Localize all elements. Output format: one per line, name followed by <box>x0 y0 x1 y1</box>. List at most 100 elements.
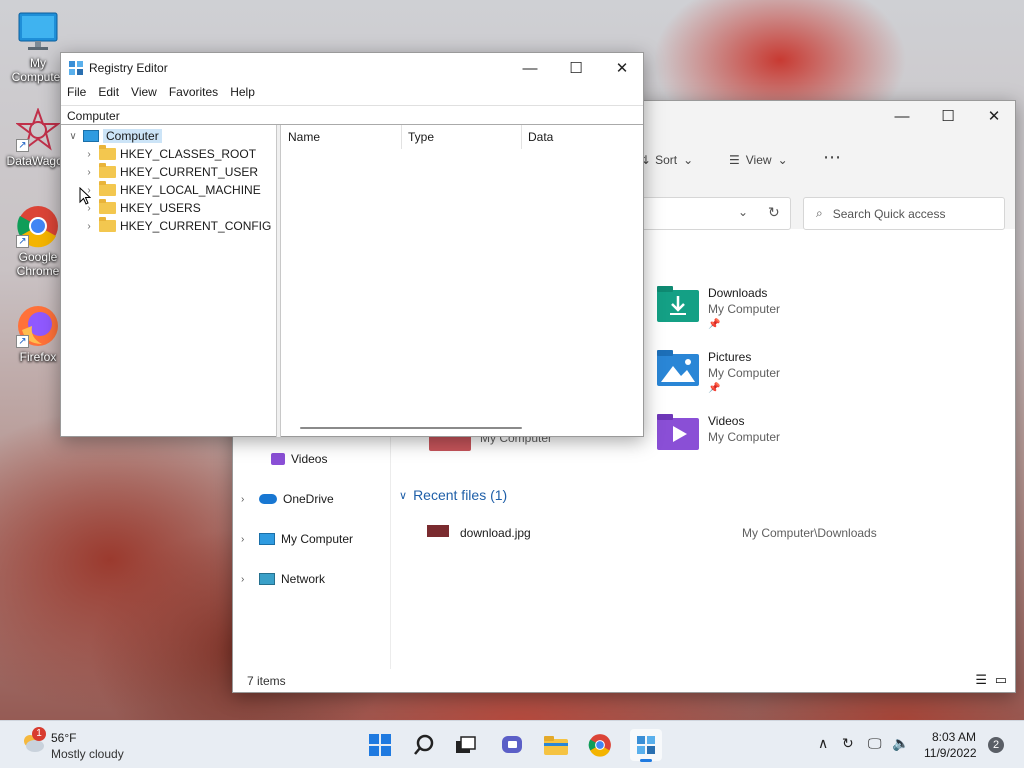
registry-values-list[interactable]: Name Type Data <box>282 125 644 437</box>
address-bar[interactable]: ⌄ ↻ <box>641 197 791 230</box>
tree-node-label: Computer <box>103 129 162 143</box>
chat-button[interactable] <box>496 729 528 761</box>
quick-access-pictures[interactable]: Pictures My Computer 📌 <box>657 350 857 400</box>
folder-icon <box>99 217 116 232</box>
quick-access-name: Videos <box>708 414 745 428</box>
nav-item-videos[interactable]: Videos <box>271 448 327 470</box>
view-button[interactable]: ☰ View ⌄ <box>729 153 788 167</box>
tree-node-hkcr[interactable]: › HKEY_CLASSES_ROOT <box>83 145 256 163</box>
pictures-folder-icon <box>657 350 699 386</box>
weather-badge: 1 <box>32 727 46 741</box>
sort-button[interactable]: ⇅ Sort ⌄ <box>639 153 693 167</box>
minimize-button[interactable]: — <box>507 53 553 83</box>
explorer-minimize-button[interactable]: — <box>879 101 925 131</box>
column-label: Type <box>408 130 435 144</box>
menu-view[interactable]: View <box>125 83 163 103</box>
more-icon: ⋯ <box>823 147 841 167</box>
recent-file-name: download.jpg <box>460 526 531 540</box>
chevron-right-icon[interactable]: › <box>83 167 95 178</box>
quick-access-videos[interactable]: Videos My Computer <box>657 414 857 464</box>
chevron-right-icon[interactable]: › <box>241 534 253 545</box>
menu-file[interactable]: File <box>61 83 92 103</box>
recent-files-title: Recent files (1) <box>413 487 508 503</box>
registry-icon <box>637 736 655 754</box>
shortcut-arrow-icon: ↗ <box>16 139 29 152</box>
nav-item-network[interactable]: › Network <box>241 568 325 590</box>
recent-files-header[interactable]: ∨ Recent files (1) <box>399 487 507 503</box>
tree-node-hkcc[interactable]: › HKEY_CURRENT_CONFIG <box>83 217 271 235</box>
column-label: Data <box>528 130 554 144</box>
menu-edit[interactable]: Edit <box>92 83 125 103</box>
weather-desc[interactable]: Mostly cloudy <box>51 747 124 761</box>
tree-node-hkcu[interactable]: › HKEY_CURRENT_USER <box>83 163 258 181</box>
task-view-button[interactable] <box>450 729 482 761</box>
videos-folder-icon <box>657 414 699 450</box>
clock-time[interactable]: 8:03 AM <box>932 730 976 744</box>
explorer-close-button[interactable]: ✕ <box>971 101 1017 131</box>
computer-icon <box>83 130 99 142</box>
chevron-right-icon[interactable]: › <box>241 574 253 585</box>
chevron-right-icon[interactable]: › <box>83 221 95 232</box>
start-button[interactable] <box>364 729 396 761</box>
windows-logo-icon <box>369 734 391 756</box>
pin-icon: 📌 <box>708 383 721 394</box>
maximize-button[interactable]: ☐ <box>553 53 599 83</box>
horizontal-scrollbar[interactable] <box>300 427 522 429</box>
firefox-icon: ↗ <box>16 304 60 348</box>
registry-editor-window[interactable]: Registry Editor — ☐ ✕ File Edit View Fav… <box>60 52 644 437</box>
explorer-maximize-button[interactable]: ☐ <box>925 101 971 131</box>
refresh-icon[interactable]: ↻ <box>768 204 780 221</box>
quick-access-name: Downloads <box>708 286 768 300</box>
folder-icon <box>99 163 116 178</box>
nav-item-my-computer[interactable]: › My Computer <box>241 528 353 550</box>
column-header-type[interactable]: Type <box>402 125 522 149</box>
datawagon-icon: ↗ <box>15 107 61 152</box>
tree-node-computer[interactable]: ∨ Computer <box>67 127 162 145</box>
menu-help[interactable]: Help <box>224 83 261 103</box>
chevron-right-icon[interactable]: › <box>83 149 95 160</box>
address-text: Computer <box>67 109 120 123</box>
update-icon[interactable]: ↻ <box>842 735 854 752</box>
details-view-icon[interactable]: ☰ <box>975 672 987 688</box>
recent-file-row[interactable]: download.jpg My Computer\Downloads <box>399 521 1009 545</box>
nav-label: Videos <box>291 452 328 466</box>
show-hidden-icons-chevron-icon[interactable]: ∧ <box>818 735 828 752</box>
folder-icon <box>544 736 568 755</box>
file-explorer-taskbar-button[interactable] <box>540 729 572 761</box>
chrome-icon <box>588 734 611 757</box>
tree-node-label: HKEY_CLASSES_ROOT <box>120 147 257 161</box>
network-monitor-icon[interactable]: 🖵 <box>868 735 882 752</box>
registry-tree[interactable]: ∨ Computer › HKEY_CLASSES_ROOT › HKEY_CU… <box>61 125 277 437</box>
active-indicator <box>640 759 652 762</box>
taskbar: 1 56°F Mostly cloudy ∧ ↻ 🖵 🔈 8:03 AM 11/… <box>0 720 1024 768</box>
chrome-taskbar-button[interactable] <box>584 729 616 761</box>
shortcut-arrow-icon: ↗ <box>16 235 29 248</box>
chevron-down-icon[interactable]: ⌄ <box>738 205 748 219</box>
volume-icon[interactable]: 🔈 <box>892 735 909 752</box>
menu-favorites[interactable]: Favorites <box>163 83 224 103</box>
registry-address-bar[interactable]: Computer <box>61 105 643 125</box>
chevron-right-icon[interactable]: › <box>241 494 253 505</box>
nav-label: OneDrive <box>283 492 334 506</box>
quick-access-downloads[interactable]: Downloads My Computer 📌 <box>657 286 857 336</box>
clock-date[interactable]: 11/9/2022 <box>924 746 977 760</box>
weather-icon[interactable]: 1 <box>20 727 46 755</box>
regedit-taskbar-button[interactable] <box>630 729 662 762</box>
notification-badge[interactable]: 2 <box>988 737 1004 753</box>
tree-node-hklm[interactable]: › HKEY_LOCAL_MACHINE <box>83 181 261 199</box>
column-header-data[interactable]: Data <box>522 125 644 149</box>
search-input[interactable]: ⌕ Search Quick access <box>803 197 1005 230</box>
pane-splitter[interactable] <box>277 125 281 437</box>
weather-temp[interactable]: 56°F <box>51 731 76 745</box>
desktop-icon-label: Firefox <box>19 350 57 364</box>
nav-item-onedrive[interactable]: › OneDrive <box>241 488 334 510</box>
status-item-count: 7 items <box>247 674 286 688</box>
tiles-view-icon[interactable]: ▭ <box>995 672 1007 688</box>
column-header-name[interactable]: Name <box>282 125 402 149</box>
close-button[interactable]: ✕ <box>599 53 645 83</box>
pin-icon: 📌 <box>708 319 721 330</box>
more-options-button[interactable]: ⋯ <box>823 147 841 168</box>
search-button[interactable] <box>408 729 440 761</box>
tree-node-hku[interactable]: › HKEY_USERS <box>83 199 201 217</box>
chevron-down-icon[interactable]: ∨ <box>67 131 79 142</box>
